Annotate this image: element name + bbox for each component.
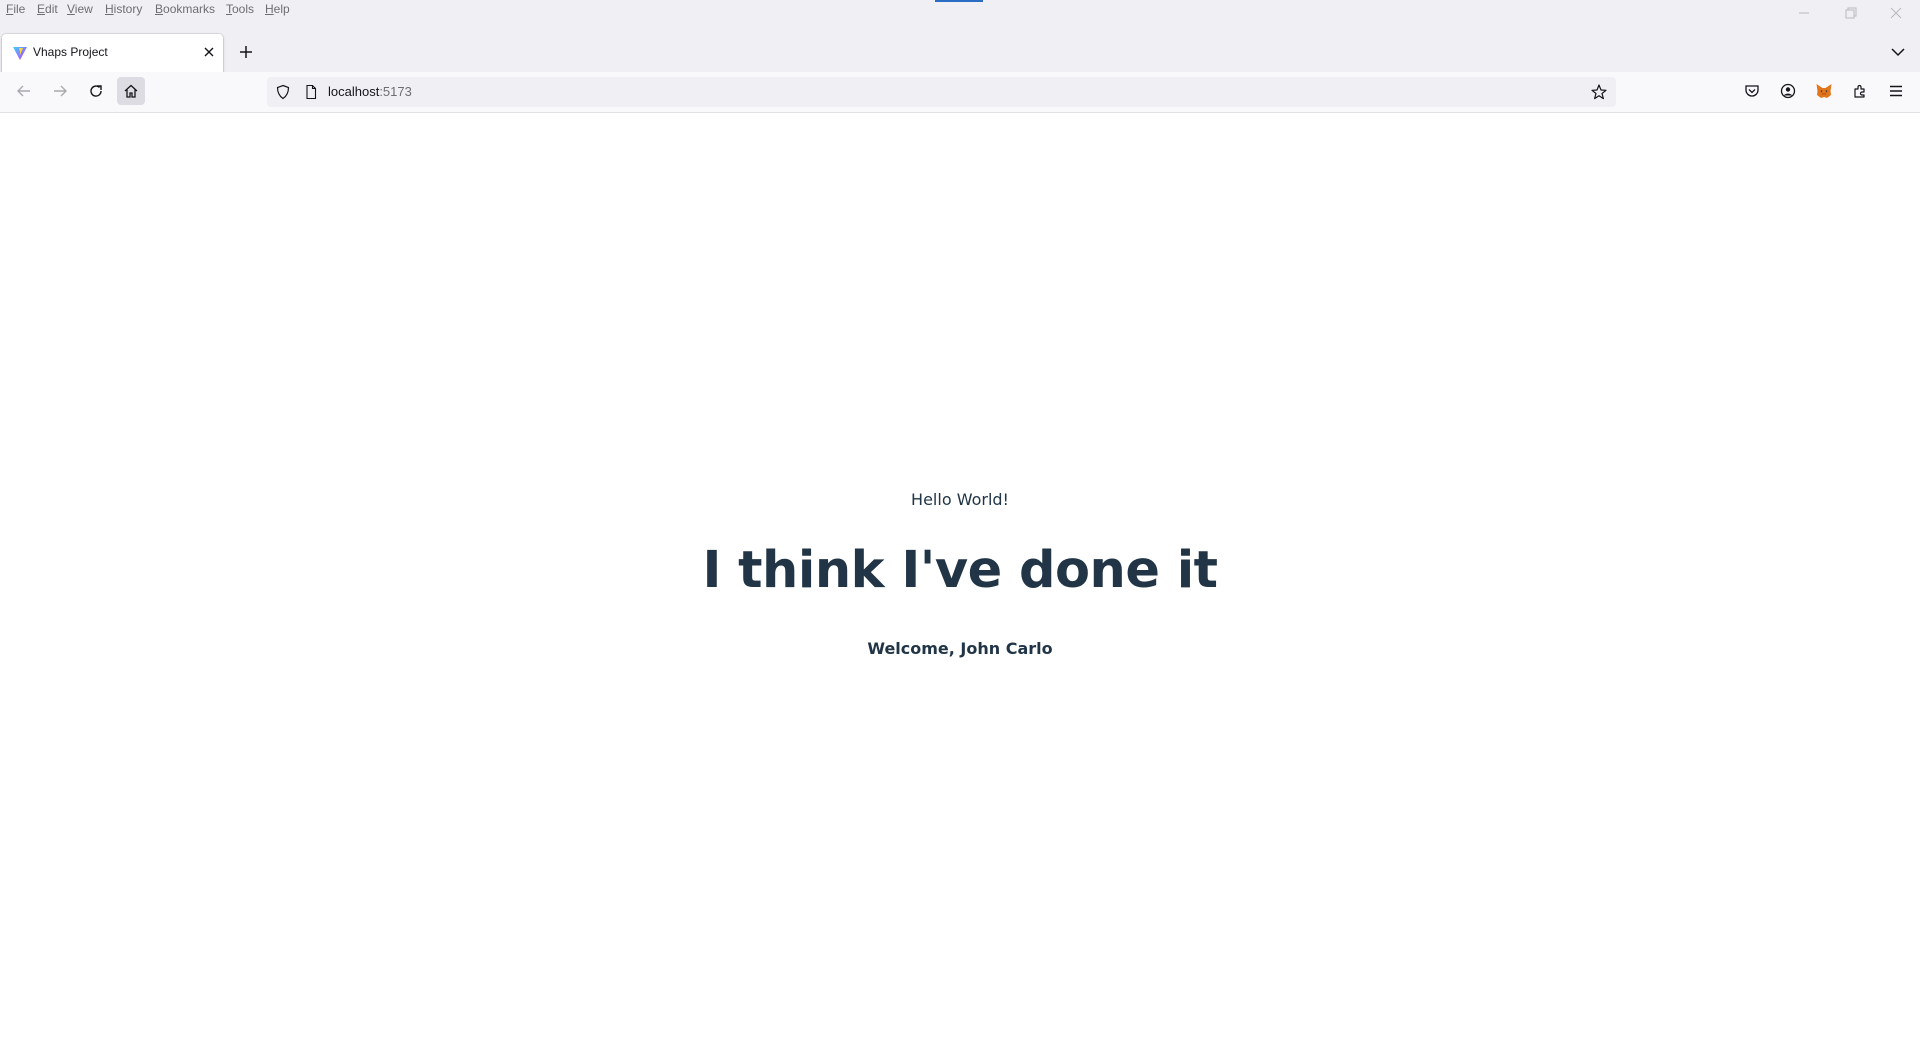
reload-button[interactable] <box>82 77 110 105</box>
back-button[interactable] <box>10 77 38 105</box>
menu-bookmarks[interactable]: Bookmarks <box>155 2 215 16</box>
tab-title: Vhaps Project <box>33 45 108 59</box>
titlebar-drag-indicator <box>935 0 983 2</box>
home-icon <box>124 84 138 98</box>
greeting-text: Hello World! <box>911 490 1009 509</box>
tab-vhaps-project[interactable]: Vhaps Project <box>2 34 223 72</box>
back-icon <box>17 85 30 97</box>
account-button[interactable] <box>1774 77 1802 105</box>
page-headline: I think I've done it <box>702 541 1218 600</box>
tab-strip: Vhaps Project <box>0 20 1920 72</box>
metamask-fox-icon <box>1816 84 1832 98</box>
forward-icon <box>54 85 67 97</box>
menu-icon <box>1890 85 1902 97</box>
extensions-icon <box>1854 84 1865 98</box>
tracking-protection-shield-icon[interactable] <box>275 84 291 100</box>
close-icon[interactable] <box>199 42 219 62</box>
url-text[interactable]: localhost:5173 <box>328 84 412 99</box>
list-all-tabs-button[interactable] <box>1886 40 1910 64</box>
account-icon <box>1780 83 1796 99</box>
forward-button[interactable] <box>46 77 74 105</box>
page-info-icon[interactable] <box>303 84 319 100</box>
chevron-down-icon <box>1891 48 1905 57</box>
menu-help[interactable]: Help <box>265 2 290 16</box>
pocket-icon <box>1745 85 1759 97</box>
app-menu-button[interactable] <box>1882 77 1910 105</box>
menu-tools[interactable]: Tools <box>226 2 254 16</box>
extensions-button[interactable] <box>1846 77 1874 105</box>
page-content: Hello World! I think I've done it Welcom… <box>0 113 1920 1040</box>
navigation-toolbar: localhost:5173 <box>0 72 1920 113</box>
new-tab-button[interactable] <box>234 40 258 64</box>
home-button[interactable] <box>117 77 145 105</box>
pocket-button[interactable] <box>1738 77 1766 105</box>
reload-icon <box>90 85 102 97</box>
menu-view[interactable]: View <box>67 2 93 16</box>
menu-file[interactable]: File <box>6 2 25 16</box>
url-bar[interactable]: localhost:5173 <box>267 77 1616 107</box>
metamask-extension-button[interactable] <box>1810 77 1838 105</box>
menu-history[interactable]: History <box>105 2 142 16</box>
menu-bar: File Edit View History Bookmarks Tools H… <box>0 0 1920 20</box>
vite-logo-icon <box>12 45 28 61</box>
welcome-message: Welcome, John Carlo <box>867 639 1053 658</box>
bookmark-star-icon[interactable] <box>1590 83 1608 101</box>
plus-icon <box>240 46 252 58</box>
menu-edit[interactable]: Edit <box>37 2 58 16</box>
